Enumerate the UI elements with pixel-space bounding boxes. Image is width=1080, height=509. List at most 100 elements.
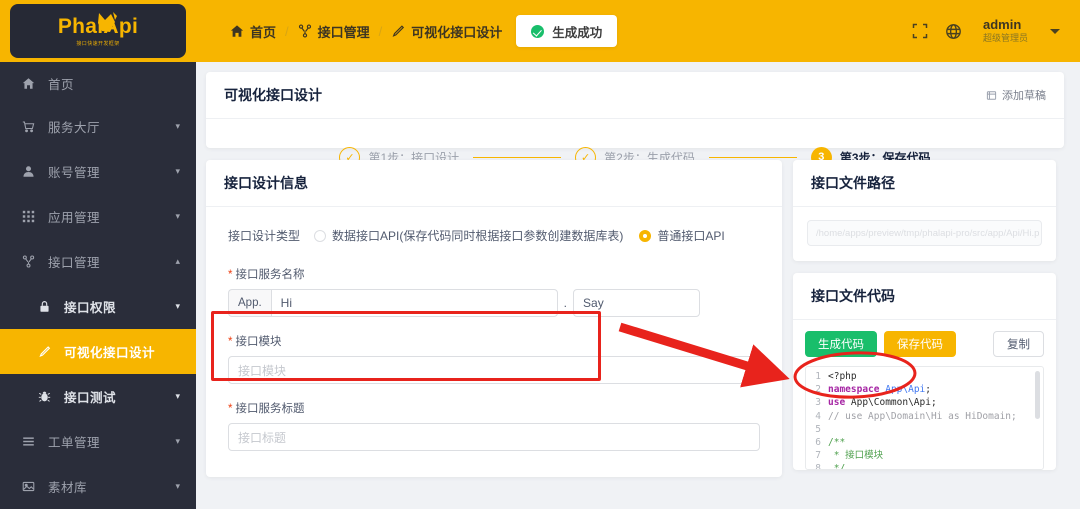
- breadcrumb-item-api-manage[interactable]: 接口管理: [298, 22, 370, 41]
- user-info: admin 超级管理员: [983, 17, 1028, 45]
- user-icon: [22, 165, 39, 178]
- app-root: PhalApi 接口快速开发框架 首页 服务大厅 ▾ 账号管理 ▾ 应用管理 ▾ 接口管理 ▴ 接…: [0, 0, 1080, 509]
- logo-box: PhalApi 接口快速开发框架: [10, 4, 186, 58]
- design-type-label: 接口设计类型: [228, 229, 301, 243]
- service-name-input[interactable]: Hi: [270, 289, 558, 317]
- sidebar: PhalApi 接口快速开发框架 首页 服务大厅 ▾ 账号管理 ▾ 应用管理 ▾ 接口管理 ▴ 接…: [0, 0, 196, 509]
- check-circle-icon: [531, 24, 545, 38]
- sidebar-item-label: 接口权限: [64, 301, 117, 315]
- status-badge-label: 生成成功: [552, 25, 603, 40]
- copy-code-button[interactable]: 复制: [993, 331, 1044, 357]
- generate-code-button[interactable]: 生成代码: [805, 331, 877, 357]
- header-actions: admin 超级管理员: [903, 14, 1060, 48]
- sidebar-item-label: 接口管理: [48, 256, 101, 270]
- steps-card: 可视化接口设计 添加草稿 ✓ 第1步：接口设计 ✓ 第2步：生成代码 3 第3步：保存代码: [206, 72, 1064, 168]
- sidebar-item-9[interactable]: 素材库 ▾: [0, 464, 196, 509]
- radio-data-api[interactable]: 数据接口API(保存代码同时根据接口参数创建数据库表): [314, 227, 623, 244]
- left-column: 接口设计信息 接口设计类型 数据接口API(保存代码同时根据接口参数创建数据库表…: [206, 160, 782, 477]
- field-service-name: * 接口服务名称 App. Hi . Say: [228, 266, 760, 317]
- code-line: 5: [806, 423, 1043, 436]
- add-draft-button[interactable]: 添加草稿: [986, 87, 1046, 103]
- sidebar-item-1[interactable]: 服务大厅 ▾: [0, 104, 196, 149]
- sidebar-item-2[interactable]: 账号管理 ▾: [0, 149, 196, 194]
- field-service-title: * 接口服务标题 接口标题: [228, 400, 760, 451]
- page-title: 可视化接口设计: [224, 87, 322, 103]
- service-name-label-text: 接口服务名称: [235, 269, 305, 281]
- service-name-prefix: App.: [228, 289, 271, 317]
- form-title: 接口设计信息: [224, 175, 308, 191]
- code-scrollbar[interactable]: [1035, 371, 1040, 419]
- sidebar-item-label: 素材库: [48, 481, 88, 495]
- globe-icon[interactable]: [937, 14, 971, 48]
- share-nodes-icon: [22, 255, 39, 268]
- code-line-text: use App\Common\Api;: [828, 397, 937, 409]
- sidebar-item-3[interactable]: 应用管理 ▾: [0, 194, 196, 239]
- sidebar-item-8[interactable]: 工单管理 ▾: [0, 419, 196, 464]
- path-body: /home/apps/preview/tmp/phalapi-pro/src/a…: [793, 207, 1056, 261]
- code-line-number: 5: [815, 423, 821, 435]
- main-content: 可视化接口设计 添加草稿 ✓ 第1步：接口设计 ✓ 第2步：生成代码 3 第3步：保存代码: [196, 62, 1080, 509]
- chevron-down-icon: ▾: [175, 481, 180, 491]
- service-title-input[interactable]: 接口标题: [228, 423, 760, 451]
- required-mark: *: [228, 269, 233, 281]
- logo-area[interactable]: PhalApi 接口快速开发框架: [0, 0, 196, 62]
- chevron-down-icon: ▾: [175, 121, 180, 131]
- right-column: 接口文件路径 /home/apps/preview/tmp/phalapi-pr…: [793, 160, 1056, 477]
- sidebar-item-7[interactable]: 接口测试 ▾: [0, 374, 196, 419]
- code-line-text: */: [828, 463, 846, 470]
- form-body: 接口设计类型 数据接口API(保存代码同时根据接口参数创建数据库表) 普通接口A…: [206, 207, 782, 477]
- chevron-down-icon: ▾: [175, 211, 180, 221]
- service-method-input[interactable]: Say: [573, 289, 701, 317]
- field-label-module: * 接口模块: [228, 333, 760, 349]
- code-line: 8 */: [806, 462, 1043, 470]
- user-menu[interactable]: admin 超级管理员: [983, 17, 1060, 45]
- design-type-row: 接口设计类型 数据接口API(保存代码同时根据接口参数创建数据库表) 普通接口A…: [228, 227, 760, 244]
- code-line-number: 6: [815, 437, 821, 449]
- chevron-down-icon: ▾: [175, 301, 180, 311]
- content-columns: 接口设计信息 接口设计类型 数据接口API(保存代码同时根据接口参数创建数据库表…: [206, 160, 1064, 477]
- code-line-number: 3: [815, 397, 821, 409]
- sidebar-item-label: 首页: [48, 77, 75, 92]
- code-line-text: namespace App\Api;: [828, 384, 931, 396]
- required-mark: *: [228, 336, 233, 348]
- sidebar-item-label: 账号管理: [48, 166, 101, 180]
- chevron-down-icon: [1050, 28, 1060, 34]
- breadcrumb-label-visual-design: 可视化接口设计: [411, 24, 503, 40]
- sidebar-item-4[interactable]: 接口管理 ▴: [0, 239, 196, 284]
- home-icon: [230, 24, 244, 38]
- page-scrollbar[interactable]: [1074, 62, 1080, 509]
- field-module: * 接口模块 接口模块: [228, 333, 760, 384]
- module-input[interactable]: 接口模块: [228, 356, 760, 384]
- sidebar-item-6[interactable]: 可视化接口设计: [0, 329, 196, 374]
- radio-label-normal-api: 普通接口API: [657, 229, 725, 243]
- fullscreen-icon[interactable]: [903, 14, 937, 48]
- field-label-service-title: * 接口服务标题: [228, 400, 760, 416]
- path-title: 接口文件路径: [811, 175, 895, 191]
- code-line-number: 4: [815, 410, 821, 422]
- sidebar-item-5[interactable]: 接口权限 ▾: [0, 284, 196, 329]
- pencil-icon: [391, 24, 405, 38]
- save-code-button[interactable]: 保存代码: [884, 331, 956, 357]
- breadcrumb-label-api-manage: 接口管理: [317, 24, 370, 40]
- code-line: 7 * 接口模块: [806, 449, 1043, 462]
- breadcrumb-separator-1: /: [285, 23, 289, 39]
- file-path-input[interactable]: /home/apps/preview/tmp/phalapi-pro/src/a…: [807, 220, 1042, 246]
- code-editor[interactable]: 1 <?php 2 namespace App\Api; 3 use App\Common…: [805, 366, 1044, 470]
- radio-dot-data-api: [314, 229, 327, 242]
- radio-label-data-api: 数据接口API(保存代码同时根据接口参数创建数据库表): [332, 229, 624, 243]
- top-header: 首页 / 接口管理 / 可视化接口设计 生成成功 admin 超级管理员: [196, 0, 1080, 62]
- lock-icon: [38, 300, 55, 313]
- sidebar-item-label: 工单管理: [48, 436, 101, 450]
- add-draft-label: 添加草稿: [1002, 90, 1046, 102]
- code-line-number: 8: [815, 463, 821, 470]
- service-title-label-text: 接口服务标题: [235, 403, 305, 415]
- step-connector: [473, 156, 562, 158]
- breadcrumb-item-home[interactable]: 首页: [230, 22, 276, 41]
- breadcrumb-item-visual-design[interactable]: 可视化接口设计: [391, 22, 502, 41]
- path-card-header: 接口文件路径: [793, 160, 1056, 207]
- code-line: 3 use App\Common\Api;: [806, 396, 1043, 409]
- breadcrumb-separator-2: /: [378, 23, 383, 39]
- fox-logo-icon: [98, 12, 117, 32]
- radio-normal-api[interactable]: 普通接口API: [639, 227, 725, 244]
- sidebar-item-0[interactable]: 首页: [0, 62, 196, 104]
